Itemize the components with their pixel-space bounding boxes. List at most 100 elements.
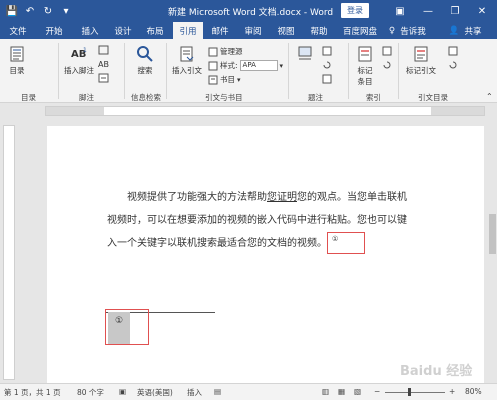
svg-text:1: 1: [83, 47, 87, 54]
undo-icon[interactable]: ↶: [22, 3, 38, 19]
ruler-track[interactable]: [45, 106, 485, 116]
ruler-right-margin: [431, 107, 484, 115]
redo-icon[interactable]: ↻: [40, 3, 56, 19]
search-button[interactable]: 搜索: [136, 45, 154, 76]
tab-references[interactable]: 引用: [173, 22, 203, 39]
tab-file[interactable]: 文件: [4, 22, 32, 39]
web-layout-icon[interactable]: ▧: [354, 387, 361, 396]
body-paragraph[interactable]: 视频提供了功能强大的方法帮助您证明您的观点。当您单击联机视频时，可以在想要添加的…: [107, 186, 407, 255]
zoom-out-icon[interactable]: −: [374, 387, 380, 396]
tab-layout[interactable]: 布局: [142, 22, 168, 39]
footnote-number[interactable]: ①: [108, 312, 130, 344]
table-of-authorities-icon: [448, 46, 458, 56]
svg-text:AB: AB: [98, 60, 109, 69]
endnote-icon: [98, 45, 109, 55]
group-label-toc: 目录: [21, 93, 36, 102]
insert-caption-button[interactable]: [296, 45, 314, 65]
show-notes-icon: [98, 73, 109, 83]
tab-help[interactable]: 帮助: [306, 22, 332, 39]
vertical-scrollbar[interactable]: [488, 104, 497, 383]
footnote-reference-mark[interactable]: ①: [327, 232, 365, 254]
document-page[interactable]: 视频提供了功能强大的方法帮助您证明您的观点。当您单击联机视频时，可以在想要添加的…: [47, 126, 484, 383]
zoom-level[interactable]: 80%: [465, 387, 482, 396]
vertical-ruler[interactable]: [3, 125, 15, 380]
tab-design[interactable]: 设计: [110, 22, 136, 39]
insert-index-button[interactable]: [382, 46, 392, 56]
mark-entry-icon: [356, 45, 374, 63]
collapse-ribbon-icon[interactable]: ⌃: [486, 92, 493, 101]
page-count[interactable]: 第 1 页，共 1 页: [4, 387, 61, 398]
ruler-left-margin: [46, 107, 104, 115]
mark-entry-button[interactable]: 标记 条目: [356, 45, 374, 87]
show-notes-button[interactable]: [98, 73, 110, 83]
insert-caption-icon: [296, 45, 314, 63]
table-of-figures-icon: [322, 46, 332, 56]
proofing-icon[interactable]: ▣: [119, 387, 126, 396]
paragraph-link[interactable]: 您证明: [267, 192, 297, 203]
login-button[interactable]: 登录: [341, 3, 369, 18]
word-count[interactable]: 80 个字: [77, 387, 104, 398]
tab-review[interactable]: 审阅: [240, 22, 266, 39]
toc-button[interactable]: 目录: [8, 45, 26, 76]
style-dropdown[interactable]: 样式: APA ▾: [208, 60, 283, 71]
insert-footnote-button[interactable]: AB 1 插入脚注: [64, 45, 94, 76]
language[interactable]: 英语(美国): [137, 387, 173, 398]
share-button[interactable]: 共享: [460, 22, 486, 39]
share-icon: 👤: [448, 25, 460, 36]
read-mode-icon[interactable]: ▥: [322, 387, 329, 396]
horizontal-ruler[interactable]: [0, 104, 497, 118]
customize-qat-icon[interactable]: ▾: [58, 3, 74, 19]
tab-home[interactable]: 开始: [40, 22, 68, 39]
scrollbar-thumb[interactable]: [489, 214, 496, 254]
group-divider: [288, 43, 289, 99]
next-footnote-icon: AB: [98, 60, 109, 69]
update-table-button[interactable]: [322, 60, 332, 70]
tab-baidu-netdisk[interactable]: 百度网盘: [339, 22, 381, 39]
chevron-down-icon: ▾: [237, 75, 241, 84]
insert-mode[interactable]: 插入: [187, 387, 202, 398]
group-divider: [348, 43, 349, 99]
group-label-toa: 引文目录: [418, 93, 448, 102]
mark-citation-button[interactable]: 标记引文: [406, 45, 436, 76]
print-layout-icon[interactable]: ▦: [338, 387, 345, 396]
group-divider: [58, 43, 59, 99]
restore-icon[interactable]: ❐: [447, 3, 463, 19]
macro-record-icon[interactable]: ▤: [214, 387, 221, 396]
group-label-research: 信息检索: [131, 93, 161, 102]
style-label: 样式:: [220, 61, 238, 70]
footnote-area-highlight[interactable]: ①: [105, 309, 149, 345]
save-icon[interactable]: 💾: [4, 3, 20, 19]
zoom-slider-knob[interactable]: [408, 388, 411, 396]
insert-citation-button[interactable]: 插入引文: [172, 45, 202, 76]
bibliography-button[interactable]: 书目 ▾: [208, 74, 241, 85]
search-icon: [136, 45, 154, 63]
update-index-button[interactable]: [382, 60, 392, 70]
group-label-citations: 引文与书目: [205, 93, 243, 102]
bibliography-icon: [208, 75, 218, 84]
tab-mailings[interactable]: 邮件: [207, 22, 233, 39]
zoom-slider[interactable]: [385, 392, 445, 393]
minimize-icon[interactable]: —: [420, 3, 436, 19]
insert-endnote-button[interactable]: [98, 45, 110, 55]
update-index-icon: [383, 61, 391, 69]
insert-footnote-label: 插入脚注: [64, 66, 94, 75]
tell-me-search[interactable]: 告诉我: [398, 22, 428, 39]
style-select[interactable]: APA: [239, 60, 278, 71]
insert-table-of-figures-button[interactable]: [322, 46, 332, 56]
cross-reference-button[interactable]: [322, 74, 332, 84]
update-toa-button[interactable]: [448, 60, 458, 70]
ribbon-display-options-icon[interactable]: ▣: [392, 3, 408, 19]
table-of-contents-icon: [8, 45, 26, 63]
group-label-captions: 题注: [308, 93, 323, 102]
manage-sources-button[interactable]: 管理源: [208, 46, 243, 57]
next-footnote-button[interactable]: AB: [98, 59, 110, 69]
update-table-icon: [323, 61, 331, 69]
insert-table-of-authorities-button[interactable]: [448, 46, 458, 56]
close-icon[interactable]: ✕: [474, 3, 490, 19]
update-toa-icon: [449, 61, 457, 69]
tab-insert[interactable]: 插入: [76, 22, 104, 39]
zoom-in-icon[interactable]: +: [449, 387, 455, 396]
tab-view[interactable]: 视图: [273, 22, 299, 39]
document-area: 视频提供了功能强大的方法帮助您证明您的观点。当您单击联机视频时，可以在想要添加的…: [20, 118, 486, 383]
watermark: Baidu 经验: [400, 364, 473, 379]
